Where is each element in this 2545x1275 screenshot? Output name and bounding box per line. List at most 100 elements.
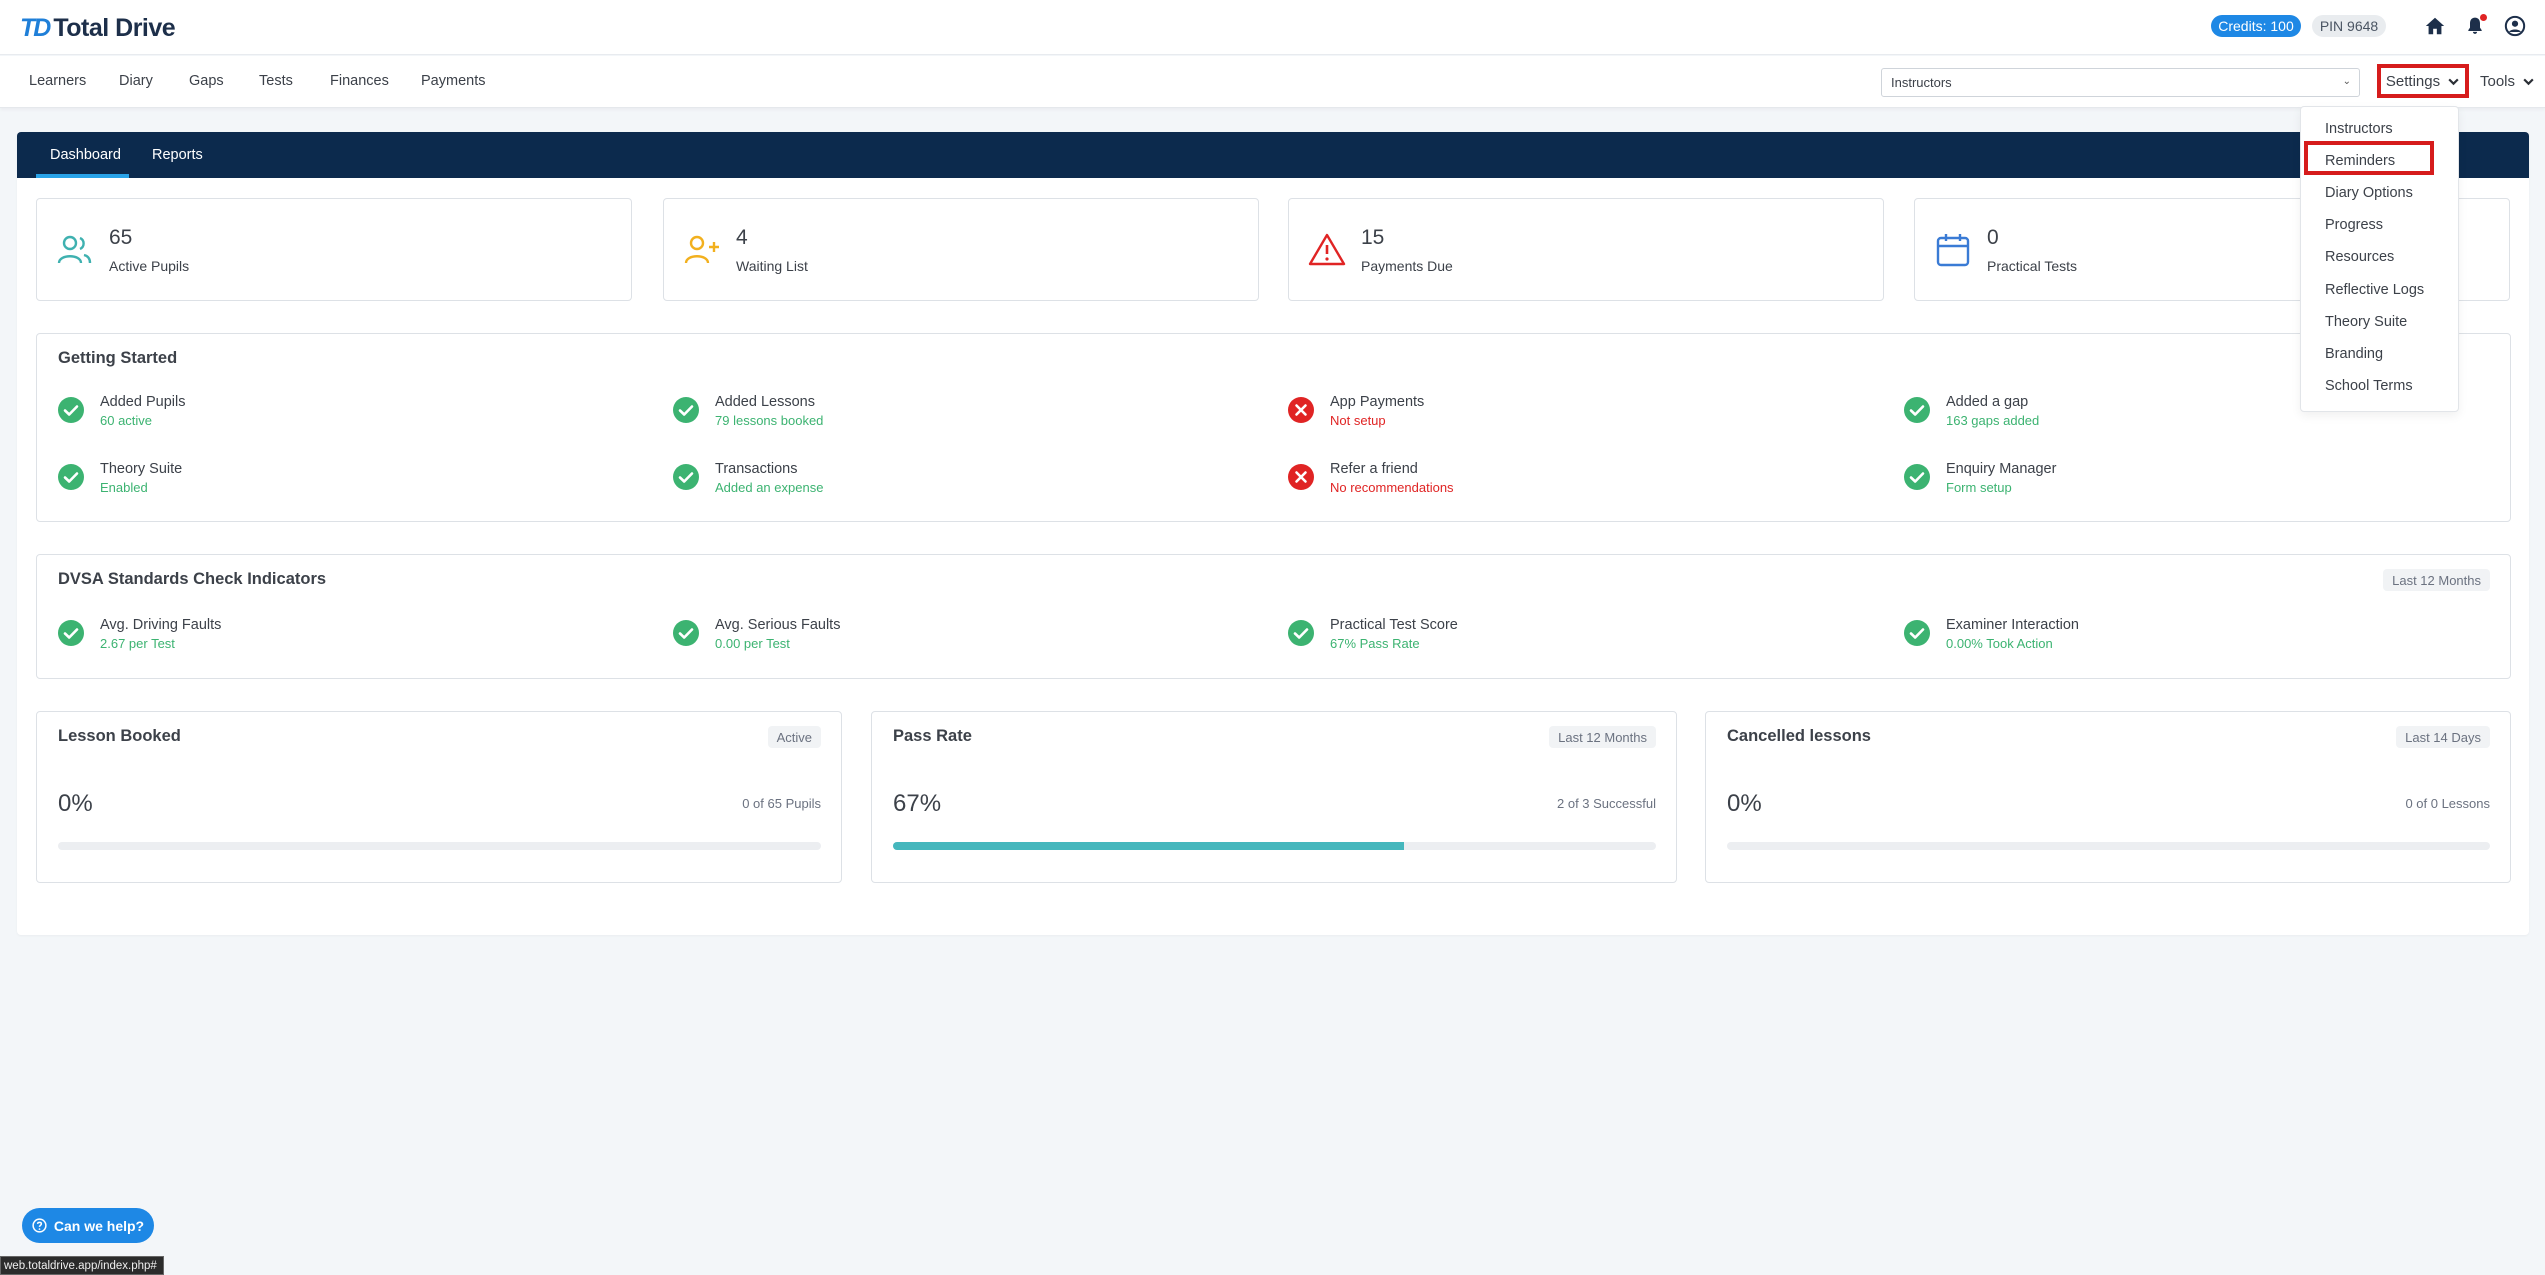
reminders-highlight-box xyxy=(2304,141,2434,175)
item-status: Enabled xyxy=(100,480,148,495)
home-icon[interactable] xyxy=(2422,13,2448,39)
item-title: Added Lessons xyxy=(715,394,815,410)
logo-mark: TD xyxy=(20,13,51,42)
stat-value: 65 xyxy=(109,226,133,249)
check-circle-icon xyxy=(58,464,84,490)
metric-lesson-booked: Lesson Booked Active 0% 0 of 65 Pupils xyxy=(36,711,842,883)
metric-title: Cancelled lessons xyxy=(1727,727,1871,745)
item-status: 79 lessons booked xyxy=(715,413,824,428)
metric-note: 0 of 0 Lessons xyxy=(2405,796,2490,811)
item-status: Not setup xyxy=(1330,413,1386,428)
chevron-down-icon xyxy=(2448,78,2459,85)
metric-pass-rate: Pass Rate Last 12 Months 67% 2 of 3 Succ… xyxy=(871,711,1677,883)
metric-badge: Last 14 Days xyxy=(2396,726,2490,748)
metric-badge: Last 12 Months xyxy=(1549,726,1656,748)
item-status: Added an expense xyxy=(715,480,824,495)
alert-triangle-icon xyxy=(1308,233,1346,266)
item-title: Transactions xyxy=(715,461,798,477)
nav-tests[interactable]: Tests xyxy=(259,73,293,89)
status-bar-url: web.totaldrive.app/index.php# xyxy=(0,1256,164,1275)
metric-note: 2 of 3 Successful xyxy=(1557,796,1656,811)
calendar-icon xyxy=(1936,234,1970,267)
indicator-value: 67% Pass Rate xyxy=(1330,636,1420,651)
nav-bar: Learners Diary Gaps Tests Finances Payme… xyxy=(0,56,2545,108)
menu-item-branding[interactable]: Branding xyxy=(2325,346,2383,362)
metric-badge: Active xyxy=(767,726,821,748)
item-status: No recommendations xyxy=(1330,480,1454,495)
stat-label: Active Pupils xyxy=(109,258,190,274)
chevron-down-icon xyxy=(2523,78,2534,86)
check-circle-icon xyxy=(673,620,699,646)
menu-item-instructors[interactable]: Instructors xyxy=(2325,121,2393,137)
chevron-down-icon: ⌄ xyxy=(2342,76,2351,87)
help-button[interactable]: Can we help? xyxy=(22,1208,154,1243)
stat-value: 0 xyxy=(1987,226,1999,249)
item-title: Added a gap xyxy=(1946,394,2029,410)
menu-item-theory-suite[interactable]: Theory Suite xyxy=(2325,314,2407,330)
indicator-title: Avg. Driving Faults xyxy=(100,617,222,633)
users-icon xyxy=(57,235,92,264)
x-circle-icon xyxy=(1288,397,1314,423)
tab-dashboard[interactable]: Dashboard xyxy=(50,147,121,163)
instructor-select-value: Instructors xyxy=(1891,75,1952,90)
user-plus-icon xyxy=(684,235,719,264)
indicator-title: Avg. Serious Faults xyxy=(715,617,841,633)
indicator-value: 0.00 per Test xyxy=(715,636,790,651)
period-badge: Last 12 Months xyxy=(2383,569,2490,591)
settings-dropdown-menu: Instructors Reminders Diary Options Prog… xyxy=(2300,106,2459,412)
progress-fill xyxy=(893,842,1405,850)
nav-gaps[interactable]: Gaps xyxy=(189,73,224,89)
stat-card-waiting-list[interactable]: 4 Waiting List xyxy=(663,198,1259,301)
menu-item-school-terms[interactable]: School Terms xyxy=(2325,378,2413,394)
settings-button[interactable]: Settings xyxy=(2377,64,2469,98)
panel-title: Getting Started xyxy=(58,349,178,367)
item-title: Refer a friend xyxy=(1330,461,1418,477)
nav-learners[interactable]: Learners xyxy=(29,73,86,89)
menu-item-resources[interactable]: Resources xyxy=(2325,249,2394,265)
stat-card-active-pupils[interactable]: 65 Active Pupils xyxy=(36,198,632,301)
menu-item-reflective-logs[interactable]: Reflective Logs xyxy=(2325,282,2424,298)
instructor-select[interactable]: Instructors ⌄ xyxy=(1881,68,2360,97)
item-status: Form setup xyxy=(1946,480,2012,495)
item-status: 60 active xyxy=(100,413,153,428)
dvsa-panel: DVSA Standards Check Indicators Last 12 … xyxy=(36,554,2511,679)
check-circle-icon xyxy=(1904,620,1930,646)
help-label: Can we help? xyxy=(53,1217,145,1234)
stat-card-payments-due[interactable]: 15 Payments Due xyxy=(1288,198,1884,301)
metric-cancelled-lessons: Cancelled lessons Last 14 Days 0% 0 of 0… xyxy=(1705,711,2511,883)
nav-finances[interactable]: Finances xyxy=(330,73,389,89)
tools-label: Tools xyxy=(2480,73,2516,90)
logo-text: Total Drive xyxy=(53,13,176,42)
user-icon[interactable] xyxy=(2502,13,2528,39)
nav-diary[interactable]: Diary xyxy=(119,73,153,89)
tab-reports[interactable]: Reports xyxy=(152,147,203,163)
item-title: App Payments xyxy=(1330,394,1425,410)
stat-label: Waiting List xyxy=(736,258,808,274)
tools-button[interactable]: Tools xyxy=(2480,73,2535,90)
stat-label: Payments Due xyxy=(1361,258,1453,274)
stat-value: 15 xyxy=(1361,226,1385,249)
stat-value: 4 xyxy=(736,226,748,249)
nav-payments[interactable]: Payments xyxy=(421,73,485,89)
check-circle-icon xyxy=(1904,464,1930,490)
menu-item-diary-options[interactable]: Diary Options xyxy=(2325,185,2413,201)
logo[interactable]: TD Total Drive xyxy=(20,13,176,42)
indicator-value: 0.00% Took Action xyxy=(1946,636,2053,651)
stat-label: Practical Tests xyxy=(1987,258,2077,274)
item-status: 163 gaps added xyxy=(1946,413,2040,428)
credits-badge[interactable]: Credits: 100 xyxy=(2211,15,2301,37)
check-circle-icon xyxy=(673,464,699,490)
pin-badge: PIN 9648 xyxy=(2312,15,2386,37)
question-icon xyxy=(32,1218,47,1233)
metric-value: 0% xyxy=(58,790,93,817)
notification-dot xyxy=(2480,14,2487,21)
x-circle-icon xyxy=(1288,464,1314,490)
progress-bar xyxy=(893,842,1656,850)
menu-item-progress[interactable]: Progress xyxy=(2325,217,2383,233)
tab-bar: Dashboard Reports xyxy=(17,132,2529,178)
progress-bar xyxy=(1727,842,2490,850)
check-circle-icon xyxy=(1288,620,1314,646)
bell-icon[interactable] xyxy=(2462,13,2488,39)
item-title: Theory Suite xyxy=(100,461,183,477)
metric-note: 0 of 65 Pupils xyxy=(742,796,821,811)
